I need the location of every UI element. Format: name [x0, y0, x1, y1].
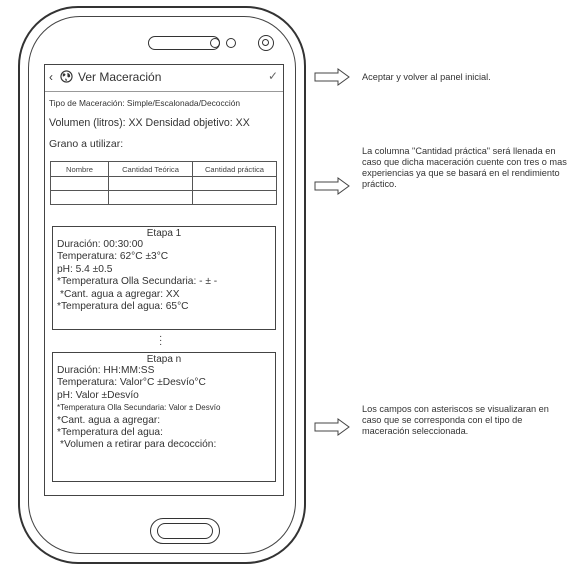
annotation-asteriscos: Los campos con asteriscos se visualizara…: [362, 404, 549, 436]
annotation-accept: Aceptar y volver al panel inicial.: [362, 72, 491, 82]
sensor-icon: [226, 38, 236, 48]
page-title: Ver Maceración: [78, 70, 162, 84]
temperatura: Temperatura: Valor°C ±Desvío°C: [57, 377, 206, 389]
table-cell: [50, 190, 109, 205]
home-button[interactable]: [150, 518, 220, 544]
temperatura-olla-secundaria: *Temperatura Olla Secundaria: Valor ± De…: [57, 403, 221, 413]
volumen-densidad: Volumen (litros): XX Densidad objetivo: …: [49, 117, 250, 129]
table-header-row: Nombre Cantidad Teórica Cantidad práctic…: [50, 161, 277, 177]
column-header: Nombre: [50, 161, 109, 177]
etapa-title: Etapa n: [146, 354, 182, 365]
etapa-1-card: Etapa 1 Duración: 00:30:00 Temperatura: …: [52, 226, 276, 330]
temperatura-agua: *Temperatura del agua: 65°C: [57, 301, 189, 313]
volumen-retirar: *Volumen a retirar para decocción:: [60, 439, 217, 451]
ph: pH: Valor ±Desvío: [57, 389, 139, 401]
cantidad-agua: *Cant. agua a agregar: XX: [60, 288, 180, 300]
table-cell: [108, 176, 193, 191]
globe-icon: [60, 70, 73, 83]
arrow-right-icon: [314, 177, 350, 195]
table-row[interactable]: [50, 176, 277, 191]
app-bar: ‹ Ver Maceración ✓: [45, 65, 283, 92]
grain-table: Nombre Cantidad Teórica Cantidad práctic…: [50, 161, 277, 205]
arrow-right-icon: [314, 68, 350, 86]
etapa-title: Etapa 1: [146, 228, 182, 239]
more-stages-icon: · · ·: [159, 331, 163, 350]
camera-icon: [258, 35, 274, 51]
tipo-maceracion: Tipo de Maceración: Simple/Escalonada/De…: [49, 98, 241, 108]
temperatura: Temperatura: 62°C ±3°C: [57, 251, 169, 263]
duracion: Duración: 00:30:00: [57, 239, 144, 250]
temperatura-olla-secundaria: *Temperatura Olla Secundaria: - ± -: [57, 276, 218, 288]
annotation-cantidad-practica: La columna "Cantidad práctica" será llen…: [362, 146, 567, 189]
table-row[interactable]: [50, 190, 277, 205]
etapa-n-card: Etapa n Duración: HH:MM:SS Temperatura: …: [52, 352, 276, 482]
back-icon[interactable]: ‹: [49, 70, 53, 84]
sensor-icon: [210, 38, 220, 48]
check-icon[interactable]: ✓: [268, 69, 278, 83]
table-cell: [108, 190, 193, 205]
cantidad-agua: *Cant. agua a agregar:: [57, 414, 161, 426]
arrow-right-icon: [314, 418, 350, 436]
column-header: Cantidad práctica: [192, 161, 277, 177]
table-cell: [192, 176, 277, 191]
grano-label: Grano a utilizar:: [49, 138, 124, 150]
duracion: Duración: HH:MM:SS: [57, 365, 155, 376]
table-cell: [50, 176, 109, 191]
table-cell: [192, 190, 277, 205]
column-header: Cantidad Teórica: [108, 161, 193, 177]
phone-screen: ‹ Ver Maceración ✓ Tipo de Maceración: S…: [44, 64, 284, 496]
temperatura-agua: *Temperatura del agua:: [57, 427, 163, 439]
ph: pH: 5.4 ±0.5: [57, 263, 113, 275]
